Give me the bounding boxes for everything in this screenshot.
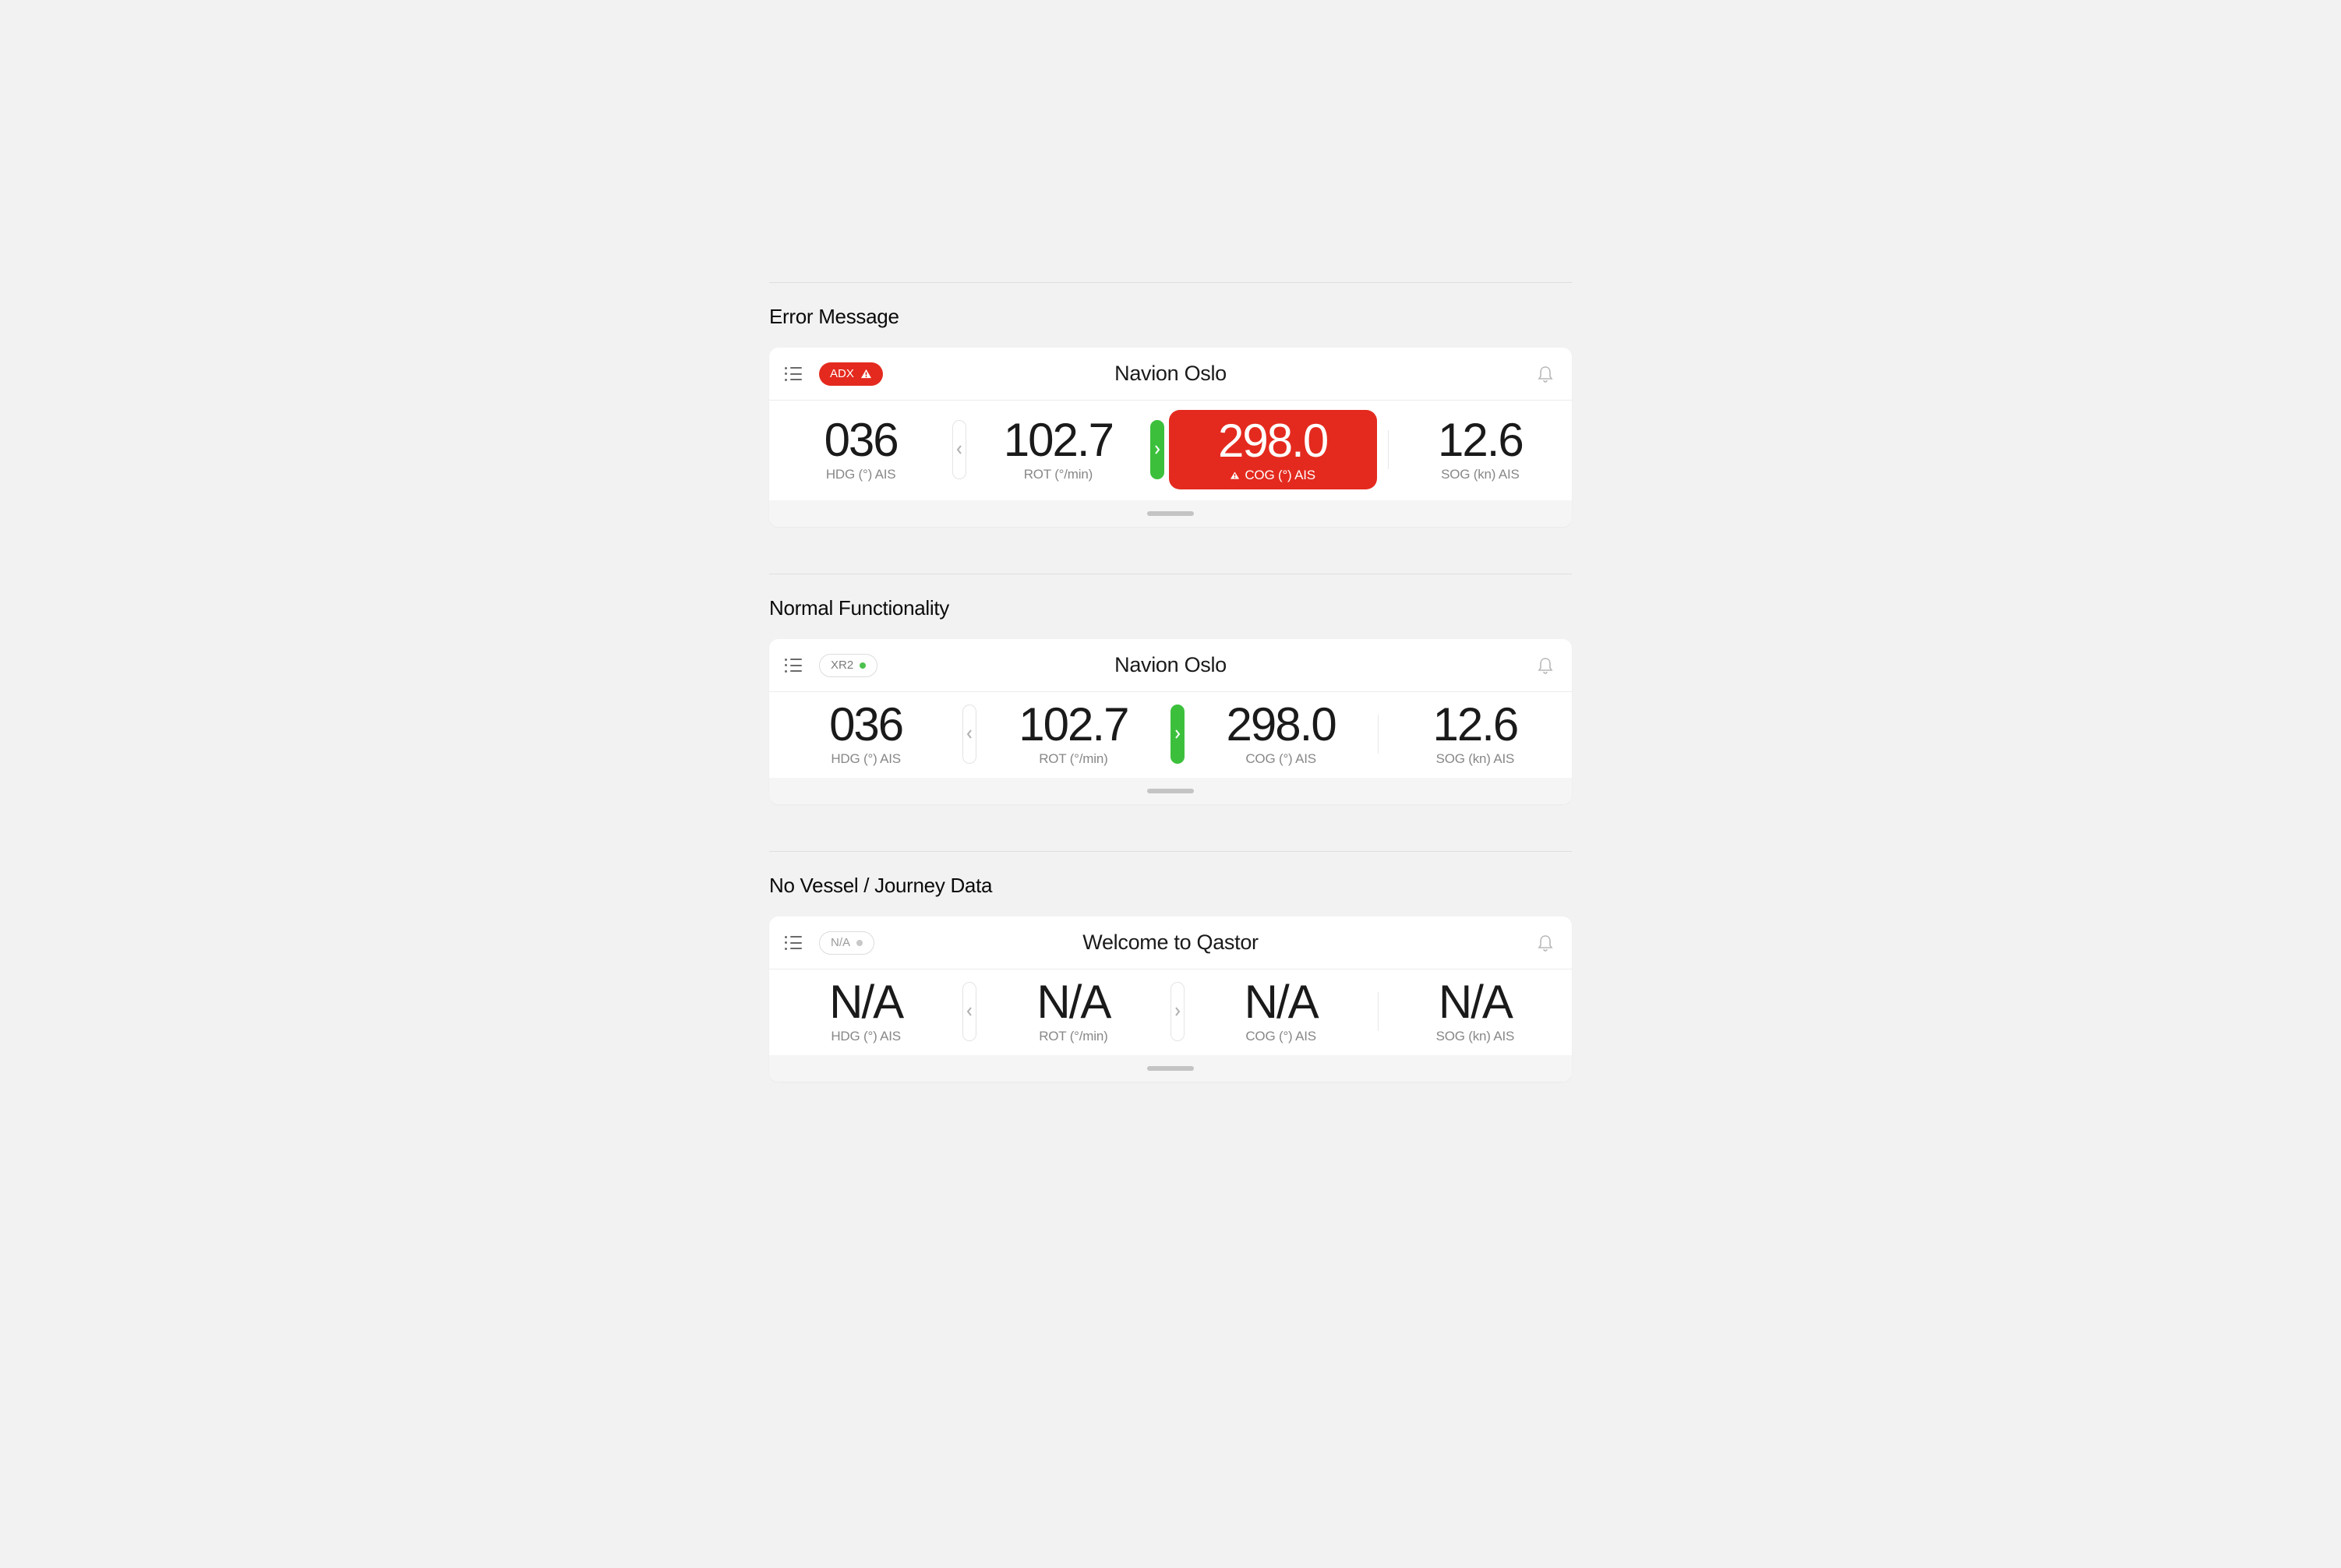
badge-label: N/A (831, 936, 850, 949)
metric-sog: 12.6 SOG (kn) AIS (1389, 417, 1572, 482)
hdg-label: HDG (°) AIS (831, 751, 901, 767)
metric-cog: 298.0 COG (°) AIS (1185, 701, 1378, 767)
chevron-right-icon (1174, 729, 1181, 740)
section-na: No Vessel / Journey Data N/A Welcome to … (769, 851, 1572, 1082)
nav-prev[interactable] (962, 705, 976, 764)
section-title-na: No Vessel / Journey Data (769, 874, 1572, 898)
metric-sog: N/A SOG (kn) AIS (1379, 979, 1572, 1044)
sog-label: SOG (kn) AIS (1436, 751, 1515, 767)
hdg-value: 036 (829, 701, 902, 748)
panel-header: ADX Navion Oslo (769, 348, 1572, 401)
sog-value: N/A (1439, 979, 1512, 1026)
metric-hdg: 036 HDG (°) AIS (769, 701, 962, 767)
menu-icon[interactable] (785, 367, 802, 381)
divider (769, 851, 1572, 852)
hdg-label: HDG (°) AIS (831, 1029, 901, 1044)
status-badge-normal[interactable]: XR2 (819, 654, 877, 677)
chevron-left-icon (955, 444, 963, 455)
rot-value: N/A (1036, 979, 1110, 1026)
warning-icon (1230, 471, 1240, 480)
warning-icon (860, 369, 872, 379)
cog-value: 298.0 (1227, 701, 1336, 748)
metric-hdg: N/A HDG (°) AIS (769, 979, 962, 1044)
cog-value: N/A (1245, 979, 1318, 1026)
panel-footer (769, 778, 1572, 804)
panel-header: N/A Welcome to Qastor (769, 916, 1572, 969)
nav-next[interactable] (1170, 982, 1185, 1041)
section-normal: Normal Functionality XR2 Navion Oslo (769, 574, 1572, 804)
chevron-left-icon (966, 1006, 973, 1017)
status-dot (860, 662, 866, 669)
bell-icon[interactable] (1538, 934, 1553, 952)
panel-footer (769, 1055, 1572, 1082)
cog-value: 298.0 (1218, 418, 1327, 464)
panel-normal: XR2 Navion Oslo 036 HDG (°) AIS (769, 639, 1572, 804)
rot-value: 102.7 (1019, 701, 1128, 748)
metrics-row: 036 HDG (°) AIS 102.7 ROT (°/min) 298.0 … (769, 692, 1572, 778)
bell-icon[interactable] (1538, 366, 1553, 383)
nav-next[interactable] (1150, 420, 1164, 479)
chevron-right-icon (1153, 444, 1161, 455)
rot-value: 102.7 (1004, 417, 1113, 464)
panel-footer (769, 500, 1572, 527)
metric-cog: N/A COG (°) AIS (1185, 979, 1378, 1044)
metric-cog-error: 298.0 COG (°) AIS (1169, 410, 1377, 489)
sog-label: SOG (kn) AIS (1441, 467, 1520, 482)
sog-value: 12.6 (1438, 417, 1523, 464)
badge-label: XR2 (831, 659, 853, 672)
nav-prev[interactable] (962, 982, 976, 1041)
rot-label: ROT (°/min) (1039, 751, 1107, 767)
cog-label: COG (°) AIS (1245, 751, 1316, 767)
metric-sog: 12.6 SOG (kn) AIS (1379, 701, 1572, 767)
status-badge-error[interactable]: ADX (819, 362, 883, 386)
rot-label: ROT (°/min) (1024, 467, 1093, 482)
chevron-left-icon (966, 729, 973, 740)
vessel-name: Welcome to Qastor (1082, 931, 1258, 955)
chevron-right-icon (1174, 1006, 1181, 1017)
section-title-normal: Normal Functionality (769, 596, 1572, 620)
metrics-row: 036 HDG (°) AIS 102.7 ROT (°/min) 298.0 (769, 401, 1572, 500)
panel-na: N/A Welcome to Qastor N/A HDG (°) AIS (769, 916, 1572, 1082)
rot-label: ROT (°/min) (1039, 1029, 1107, 1044)
sog-value: 12.6 (1432, 701, 1517, 748)
menu-icon[interactable] (785, 659, 802, 673)
drag-handle[interactable] (1147, 511, 1194, 516)
vessel-name: Navion Oslo (1114, 653, 1227, 677)
nav-next[interactable] (1170, 705, 1185, 764)
hdg-value: 036 (824, 417, 898, 464)
cog-label: COG (°) AIS (1245, 1029, 1316, 1044)
status-dot (856, 940, 863, 946)
panel-header: XR2 Navion Oslo (769, 639, 1572, 692)
bell-icon[interactable] (1538, 657, 1553, 674)
panel-error: ADX Navion Oslo 036 HDG (°) AIS (769, 348, 1572, 527)
metric-rot: 102.7 ROT (°/min) (966, 417, 1149, 482)
sog-label: SOG (kn) AIS (1436, 1029, 1515, 1044)
hdg-label: HDG (°) AIS (826, 467, 896, 482)
drag-handle[interactable] (1147, 1066, 1194, 1071)
nav-prev[interactable] (952, 420, 966, 479)
vessel-name: Navion Oslo (1114, 362, 1227, 386)
badge-label: ADX (830, 367, 854, 380)
status-badge-na[interactable]: N/A (819, 931, 874, 955)
drag-handle[interactable] (1147, 789, 1194, 793)
cog-label: COG (°) AIS (1230, 468, 1315, 483)
menu-icon[interactable] (785, 936, 802, 950)
section-title-error: Error Message (769, 305, 1572, 329)
hdg-value: N/A (829, 979, 902, 1026)
metric-rot: N/A ROT (°/min) (976, 979, 1170, 1044)
metrics-row: N/A HDG (°) AIS N/A ROT (°/min) N/A COG … (769, 969, 1572, 1055)
metric-rot: 102.7 ROT (°/min) (976, 701, 1170, 767)
metric-hdg: 036 HDG (°) AIS (769, 417, 952, 482)
divider (769, 282, 1572, 283)
container: Error Message ADX Navion Oslo (769, 282, 1572, 1128)
section-error: Error Message ADX Navion Oslo (769, 282, 1572, 527)
